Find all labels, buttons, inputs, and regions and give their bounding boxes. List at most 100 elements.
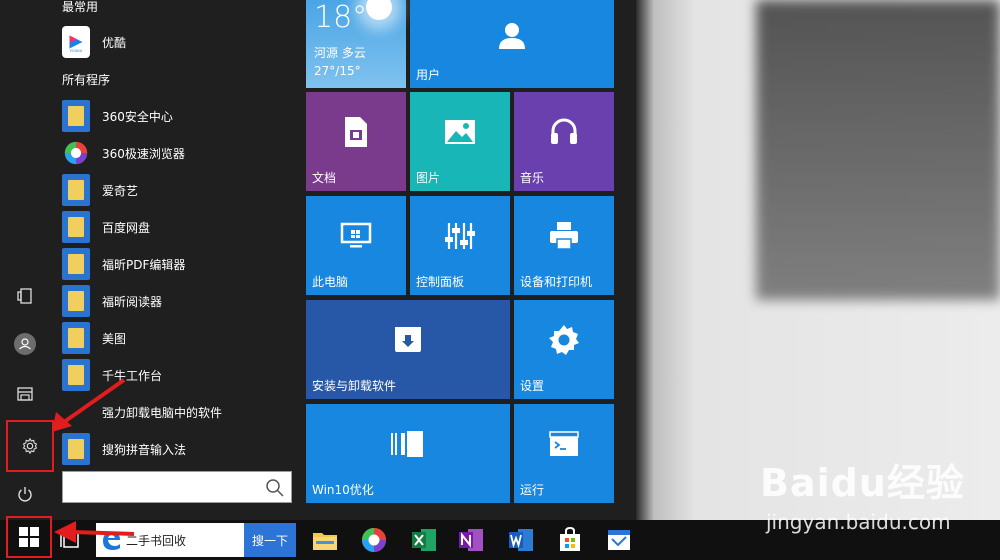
360-browser-icon[interactable] xyxy=(359,525,389,555)
desktop-background xyxy=(636,0,1000,520)
app-label: 搜狗拼音输入法 xyxy=(102,442,187,457)
folder-icon xyxy=(62,174,90,206)
printer-icon xyxy=(550,221,578,250)
word-icon[interactable] xyxy=(506,525,536,555)
tile-weather[interactable]: 18° 河源 多云 27°/15° xyxy=(306,0,406,88)
uninstaller-icon xyxy=(62,396,90,428)
app-label: 爱奇艺 xyxy=(102,183,139,198)
app-item[interactable]: 福昕阅读器 xyxy=(62,284,294,318)
user-avatar-icon xyxy=(14,333,36,355)
app-item[interactable]: 搜狗拼音输入法 xyxy=(62,432,294,466)
tile-label: 运行 xyxy=(520,483,545,497)
app-window-icon[interactable] xyxy=(604,525,634,555)
blurred-window xyxy=(756,0,1000,300)
app-label: 360安全中心 xyxy=(102,109,173,124)
app-label: 福昕PDF编辑器 xyxy=(102,257,186,272)
tile-pictures[interactable]: 图片 xyxy=(410,92,510,191)
picture-icon xyxy=(445,119,475,144)
360-browser-icon xyxy=(62,137,90,169)
app-label: 福昕阅读器 xyxy=(102,294,163,309)
power-icon xyxy=(18,487,32,502)
tile-user[interactable]: 用户 xyxy=(410,0,614,88)
search-button[interactable]: 搜一下 xyxy=(244,523,296,557)
tile-music[interactable]: 音乐 xyxy=(514,92,614,191)
start-menu: 最常用 YOUKU 优酷 所有程序 360安全中心 360极速浏览器 爱奇艺 百… xyxy=(0,0,636,520)
user-account-button[interactable] xyxy=(0,324,50,364)
folder-icon xyxy=(62,248,90,280)
file-explorer-button[interactable] xyxy=(0,374,50,414)
app-item[interactable]: 百度网盘 xyxy=(62,210,294,244)
tile-label: 音乐 xyxy=(520,171,545,185)
app-item[interactable]: 爱奇艺 xyxy=(62,173,294,207)
file-explorer-icon[interactable] xyxy=(310,525,340,555)
app-label: 360极速浏览器 xyxy=(102,146,185,161)
app-list: 最常用 YOUKU 优酷 所有程序 360安全中心 360极速浏览器 爱奇艺 百… xyxy=(52,0,298,520)
section-all-programs: 所有程序 xyxy=(62,73,111,87)
section-most-used: 最常用 xyxy=(62,0,99,14)
folder-icon xyxy=(62,359,90,391)
tile-label: 文档 xyxy=(312,171,337,185)
tile-settings[interactable]: 设置 xyxy=(514,300,614,399)
onenote-icon[interactable] xyxy=(456,525,486,555)
app-item[interactable]: 福昕PDF编辑器 xyxy=(62,247,294,281)
tile-label: 用户 xyxy=(416,68,441,82)
app-label: 强力卸载电脑中的软件 xyxy=(102,405,223,420)
tile-label: 此电脑 xyxy=(312,275,349,289)
app-label: 百度网盘 xyxy=(102,220,151,235)
taskbar-search-input[interactable]: 二手书回收 xyxy=(96,523,244,557)
document-icon xyxy=(345,116,367,147)
app-item-youku[interactable]: YOUKU 优酷 xyxy=(62,25,294,59)
power-button[interactable] xyxy=(0,474,50,514)
run-command-icon xyxy=(549,430,579,456)
folder-icon xyxy=(62,211,90,243)
tile-label: 控制面板 xyxy=(416,275,465,289)
edge-icon xyxy=(103,532,120,550)
store-icon[interactable] xyxy=(555,525,585,555)
weather-temperature: 18° xyxy=(314,0,368,35)
sliders-icon xyxy=(445,222,475,249)
tile-label: Win10优化 xyxy=(312,483,374,497)
windows-logo-icon xyxy=(19,527,39,547)
search-icon xyxy=(266,479,284,497)
folder-icon xyxy=(62,285,90,317)
tile-label: 图片 xyxy=(416,171,441,185)
task-view-icon[interactable] xyxy=(58,527,84,553)
app-label: 美图 xyxy=(102,331,127,346)
app-search-input[interactable] xyxy=(62,471,292,503)
start-button[interactable] xyxy=(6,516,52,558)
computer-icon xyxy=(340,222,372,248)
weather-city: 河源 多云 xyxy=(314,46,366,60)
folder-icon xyxy=(62,433,90,465)
weather-range: 27°/15° xyxy=(314,64,361,78)
youku-icon: YOUKU xyxy=(62,26,90,58)
user-icon xyxy=(499,23,525,50)
sun-icon xyxy=(366,0,392,20)
tablet-mode-icon xyxy=(17,288,32,304)
watermark-url: jingyan.baidu.com xyxy=(766,510,951,534)
tile-documents[interactable]: 文档 xyxy=(306,92,406,191)
optimize-icon xyxy=(391,430,423,457)
tile-control-panel[interactable]: 控制面板 xyxy=(410,196,510,295)
app-item[interactable]: 美图 xyxy=(62,321,294,355)
tile-win10-optimize[interactable]: Win10优化 xyxy=(306,404,510,503)
tile-label: 设备和打印机 xyxy=(520,275,593,289)
gear-icon xyxy=(22,437,38,455)
app-item[interactable]: 360极速浏览器 xyxy=(62,136,294,170)
baidu-watermark: Baidu经验 jingyan.baidu.com xyxy=(760,452,996,544)
app-item[interactable]: 千牛工作台 xyxy=(62,358,294,392)
folder-icon xyxy=(62,322,90,354)
tablet-mode-button[interactable] xyxy=(0,276,50,316)
tile-label: 设置 xyxy=(520,379,545,393)
tile-this-pc[interactable]: 此电脑 xyxy=(306,196,406,295)
tile-devices-printers[interactable]: 设备和打印机 xyxy=(514,196,614,295)
app-item[interactable]: 360安全中心 xyxy=(62,99,294,133)
start-rail xyxy=(0,0,54,520)
app-item[interactable]: 强力卸载电脑中的软件 xyxy=(62,395,294,429)
app-label: 千牛工作台 xyxy=(102,368,163,383)
tile-install-uninstall[interactable]: 安装与卸载软件 xyxy=(306,300,510,399)
installer-box-icon xyxy=(395,326,421,352)
tile-run[interactable]: 运行 xyxy=(514,404,614,503)
app-label: 优酷 xyxy=(102,35,127,50)
excel-icon[interactable] xyxy=(409,525,439,555)
settings-button[interactable] xyxy=(6,420,54,472)
